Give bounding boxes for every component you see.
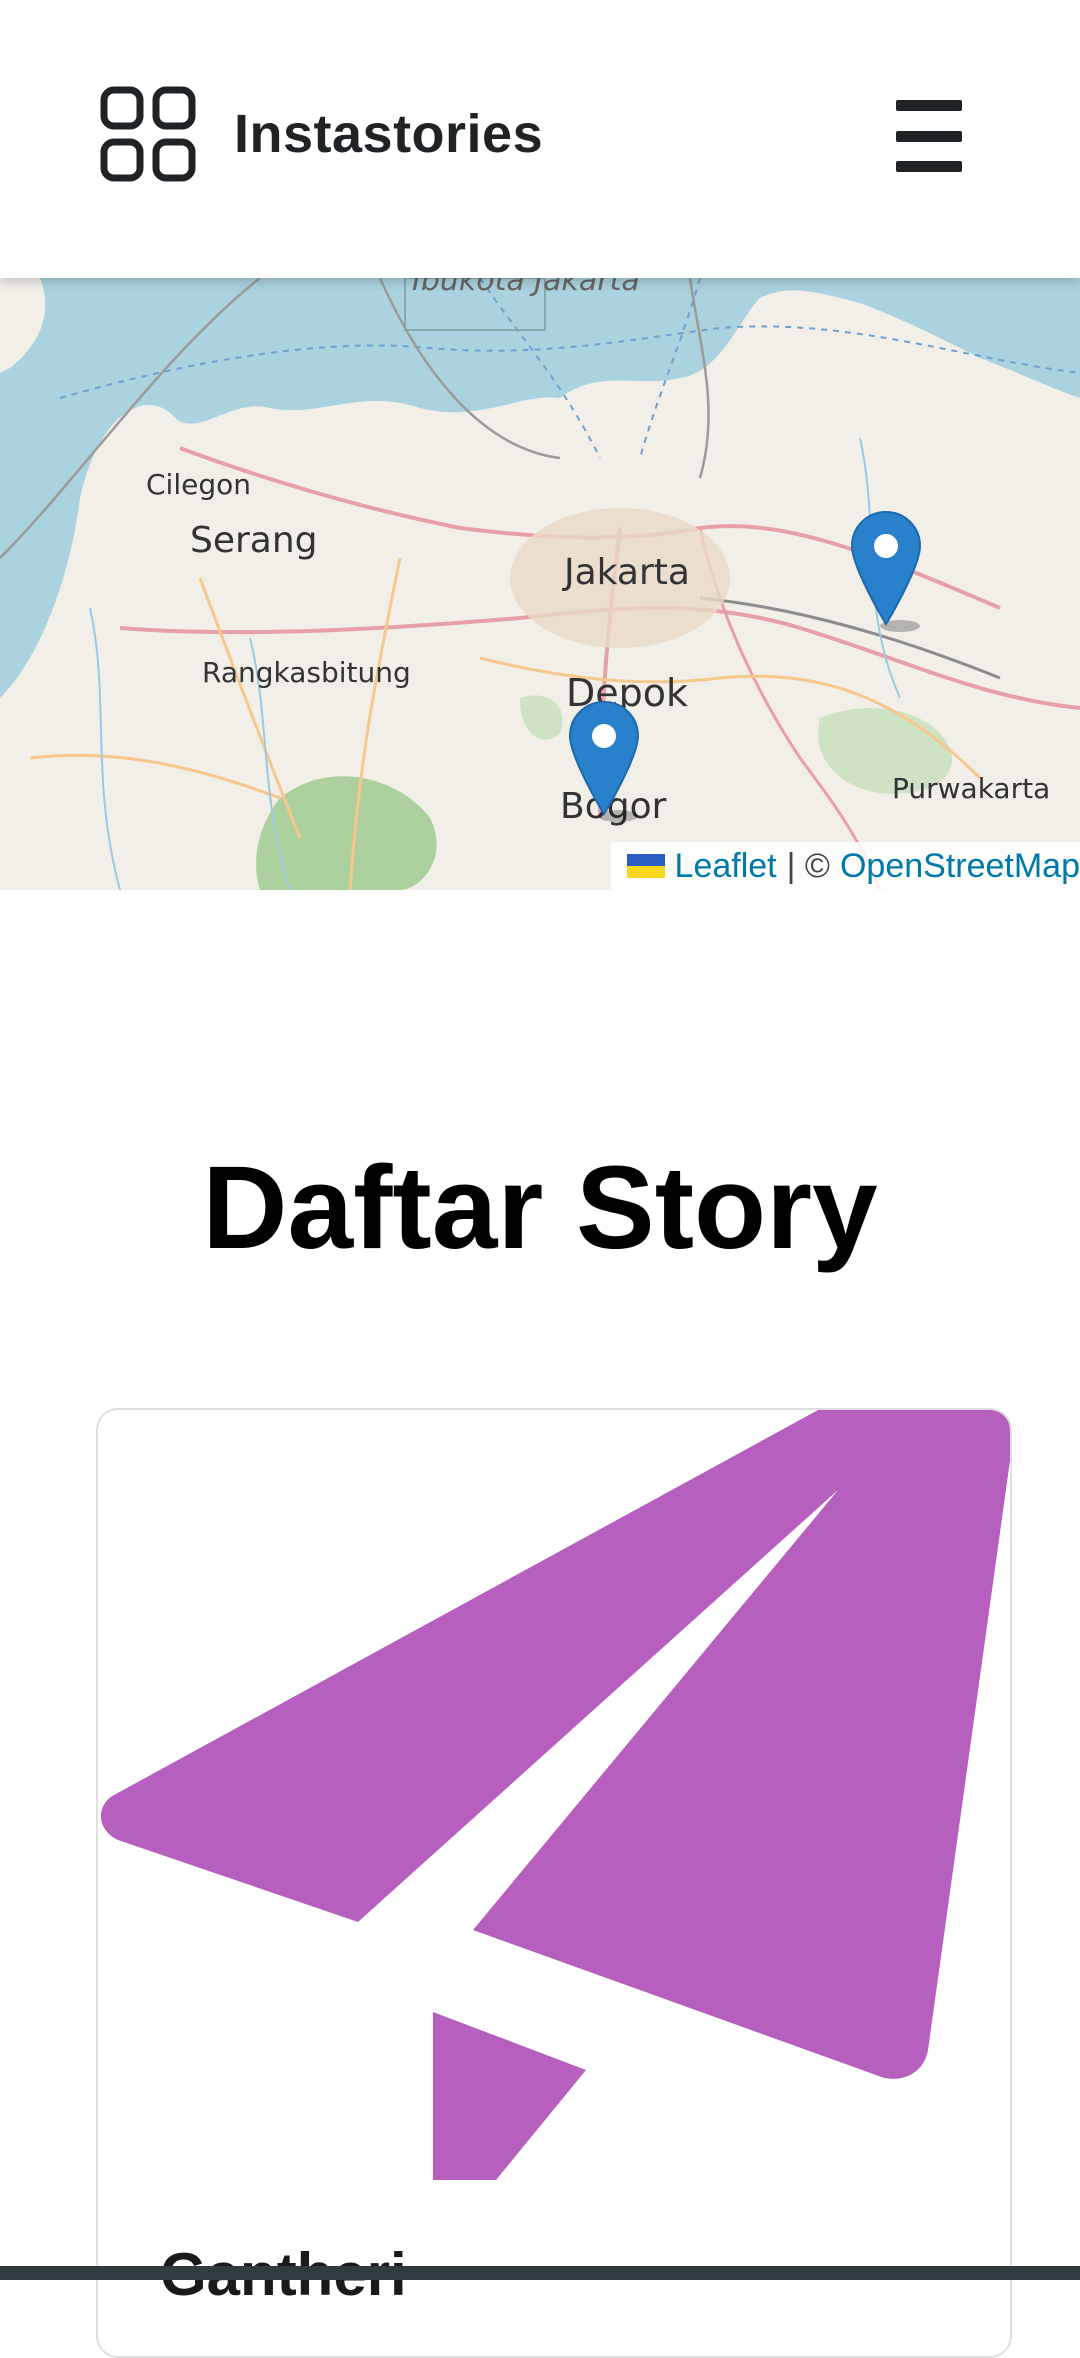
map-label: Serang [190, 520, 318, 561]
openstreetmap-link[interactable]: OpenStreetMap [840, 842, 1080, 890]
map-label: Jakarta [562, 552, 690, 593]
map-label: Cilegon [146, 468, 251, 501]
app-header: Instastories [0, 0, 1080, 278]
map-label: Rangkasbitung [202, 656, 411, 689]
grid-icon [100, 86, 196, 182]
app-title: Instastories [234, 104, 544, 164]
menu-line-icon [896, 161, 962, 172]
map-attribution: Leaflet | © OpenStreetMap [610, 842, 1080, 890]
story-map[interactable]: Ibukota Jakarta Cilegon Serang Jakarta R… [0, 278, 1080, 890]
menu-line-icon [896, 100, 962, 111]
menu-line-icon [896, 130, 962, 142]
story-image[interactable] [98, 1410, 1012, 2180]
story-card[interactable]: Gantheri [96, 1408, 1012, 2358]
ukraine-flag-icon [626, 854, 665, 878]
page-title: Daftar Story [202, 1142, 878, 1274]
hamburger-menu-button[interactable] [896, 100, 966, 172]
map-marker-icon[interactable] [848, 508, 924, 632]
attribution-separator: | © [786, 847, 830, 885]
map-label: Ibukota Jakarta [412, 278, 640, 298]
map-marker-icon[interactable] [566, 698, 642, 822]
system-navigation-bar [0, 2266, 1080, 2280]
brand[interactable]: Instastories [100, 86, 543, 182]
leaflet-link[interactable]: Leaflet [675, 842, 777, 890]
map-label: Purwakarta [892, 772, 1050, 805]
